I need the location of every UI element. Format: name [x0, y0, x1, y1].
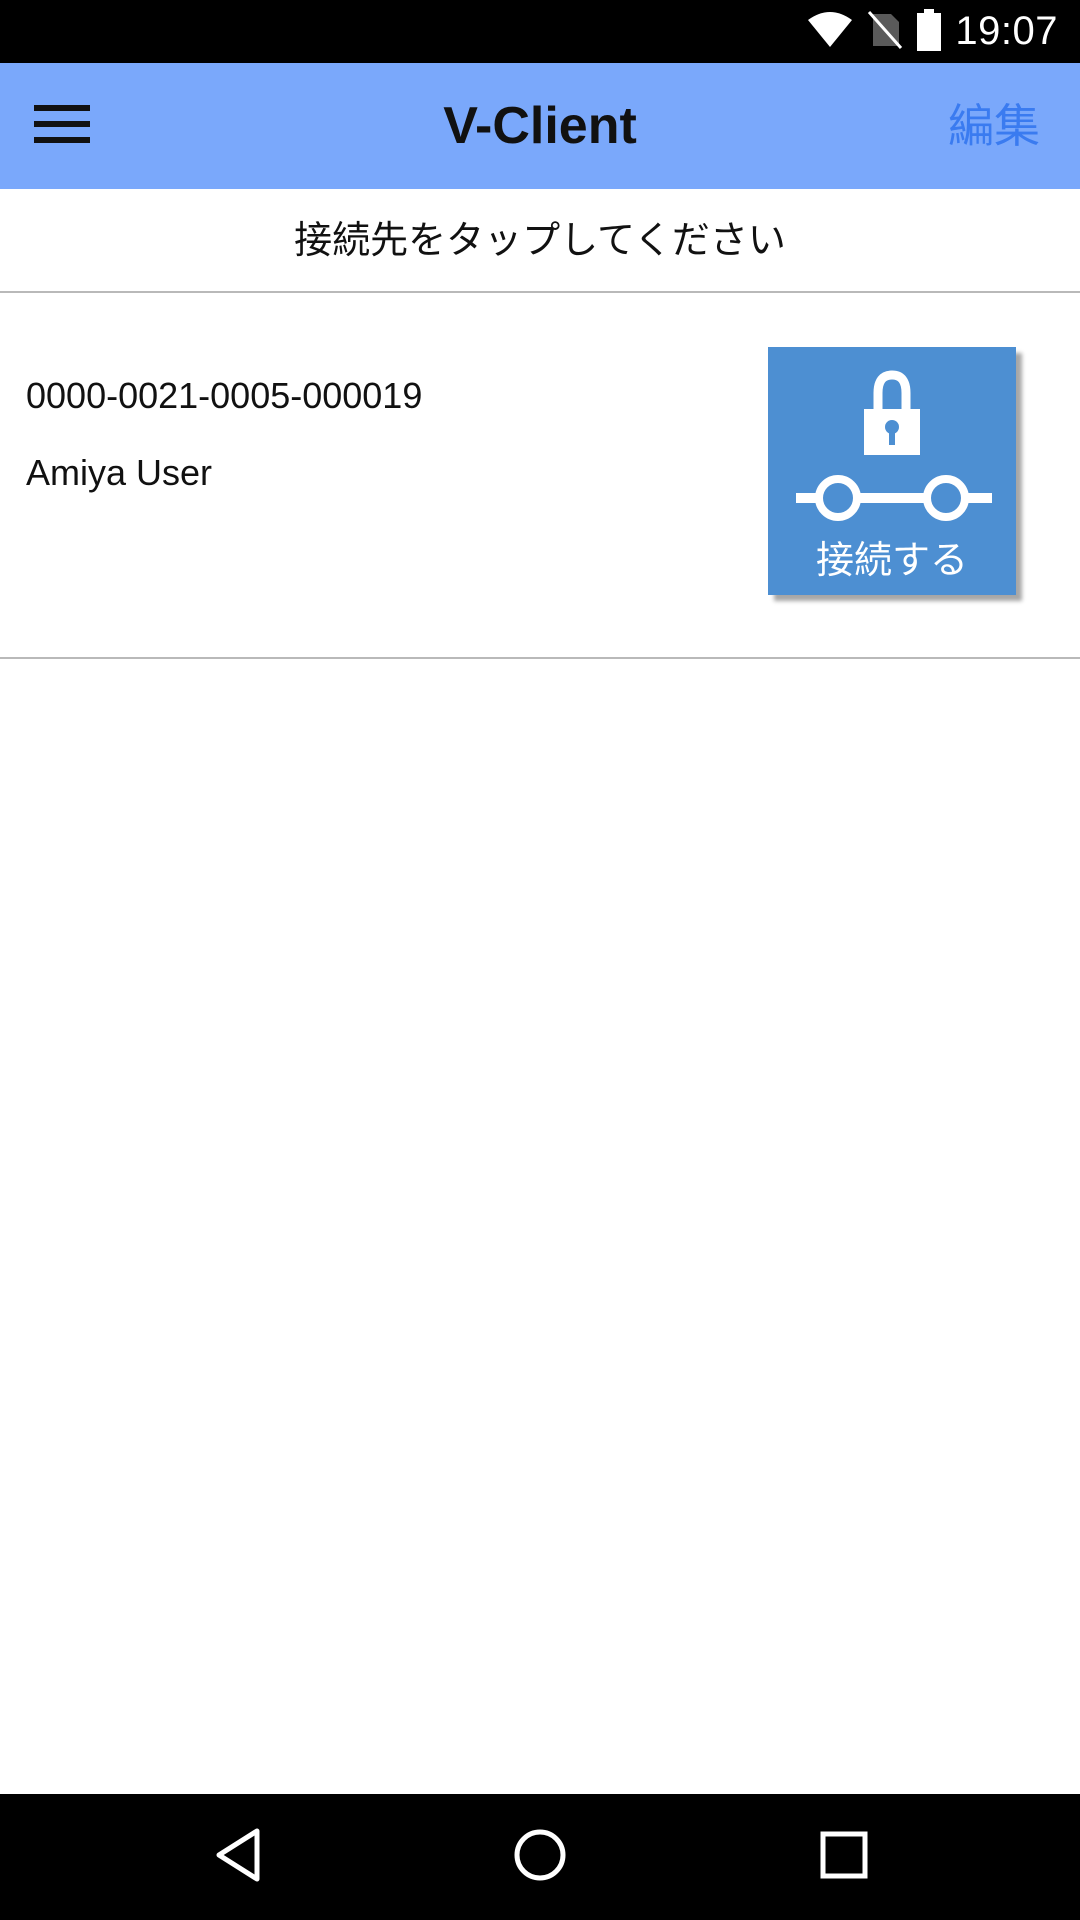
hamburger-menu-icon	[34, 103, 90, 149]
status-bar: 19:07	[0, 0, 1080, 63]
home-icon	[512, 1827, 568, 1887]
instruction-header: 接続先をタップしてください	[0, 189, 1080, 293]
no-sim-icon	[867, 10, 903, 54]
connection-user: Amiya User	[26, 452, 213, 493]
app-title: V-Client	[443, 97, 637, 155]
connect-label: 接続する	[815, 538, 968, 582]
connection-list-item[interactable]: 0000-0021-0005-000019 Amiya User 接続する	[0, 293, 1080, 659]
navigation-bar	[0, 1794, 1080, 1920]
status-icons: 19:07	[807, 0, 1058, 63]
home-button[interactable]	[510, 1827, 570, 1887]
recents-button[interactable]	[814, 1827, 874, 1887]
recents-icon	[819, 1830, 869, 1884]
battery-icon	[917, 8, 942, 55]
connect-button[interactable]: 接続する	[768, 347, 1016, 595]
wifi-icon	[807, 11, 853, 52]
back-button[interactable]	[208, 1827, 268, 1887]
menu-button[interactable]	[24, 93, 100, 159]
back-icon	[213, 1827, 263, 1887]
status-time: 19:07	[955, 9, 1058, 53]
connection-id: 0000-0021-0005-000019	[26, 375, 423, 416]
edit-button[interactable]: 編集	[948, 63, 1040, 189]
app-bar: V-Client 編集	[0, 63, 1080, 189]
app-screen: 19:07 V-Client 編集 接続先をタップしてください 0000-002…	[0, 0, 1080, 1920]
